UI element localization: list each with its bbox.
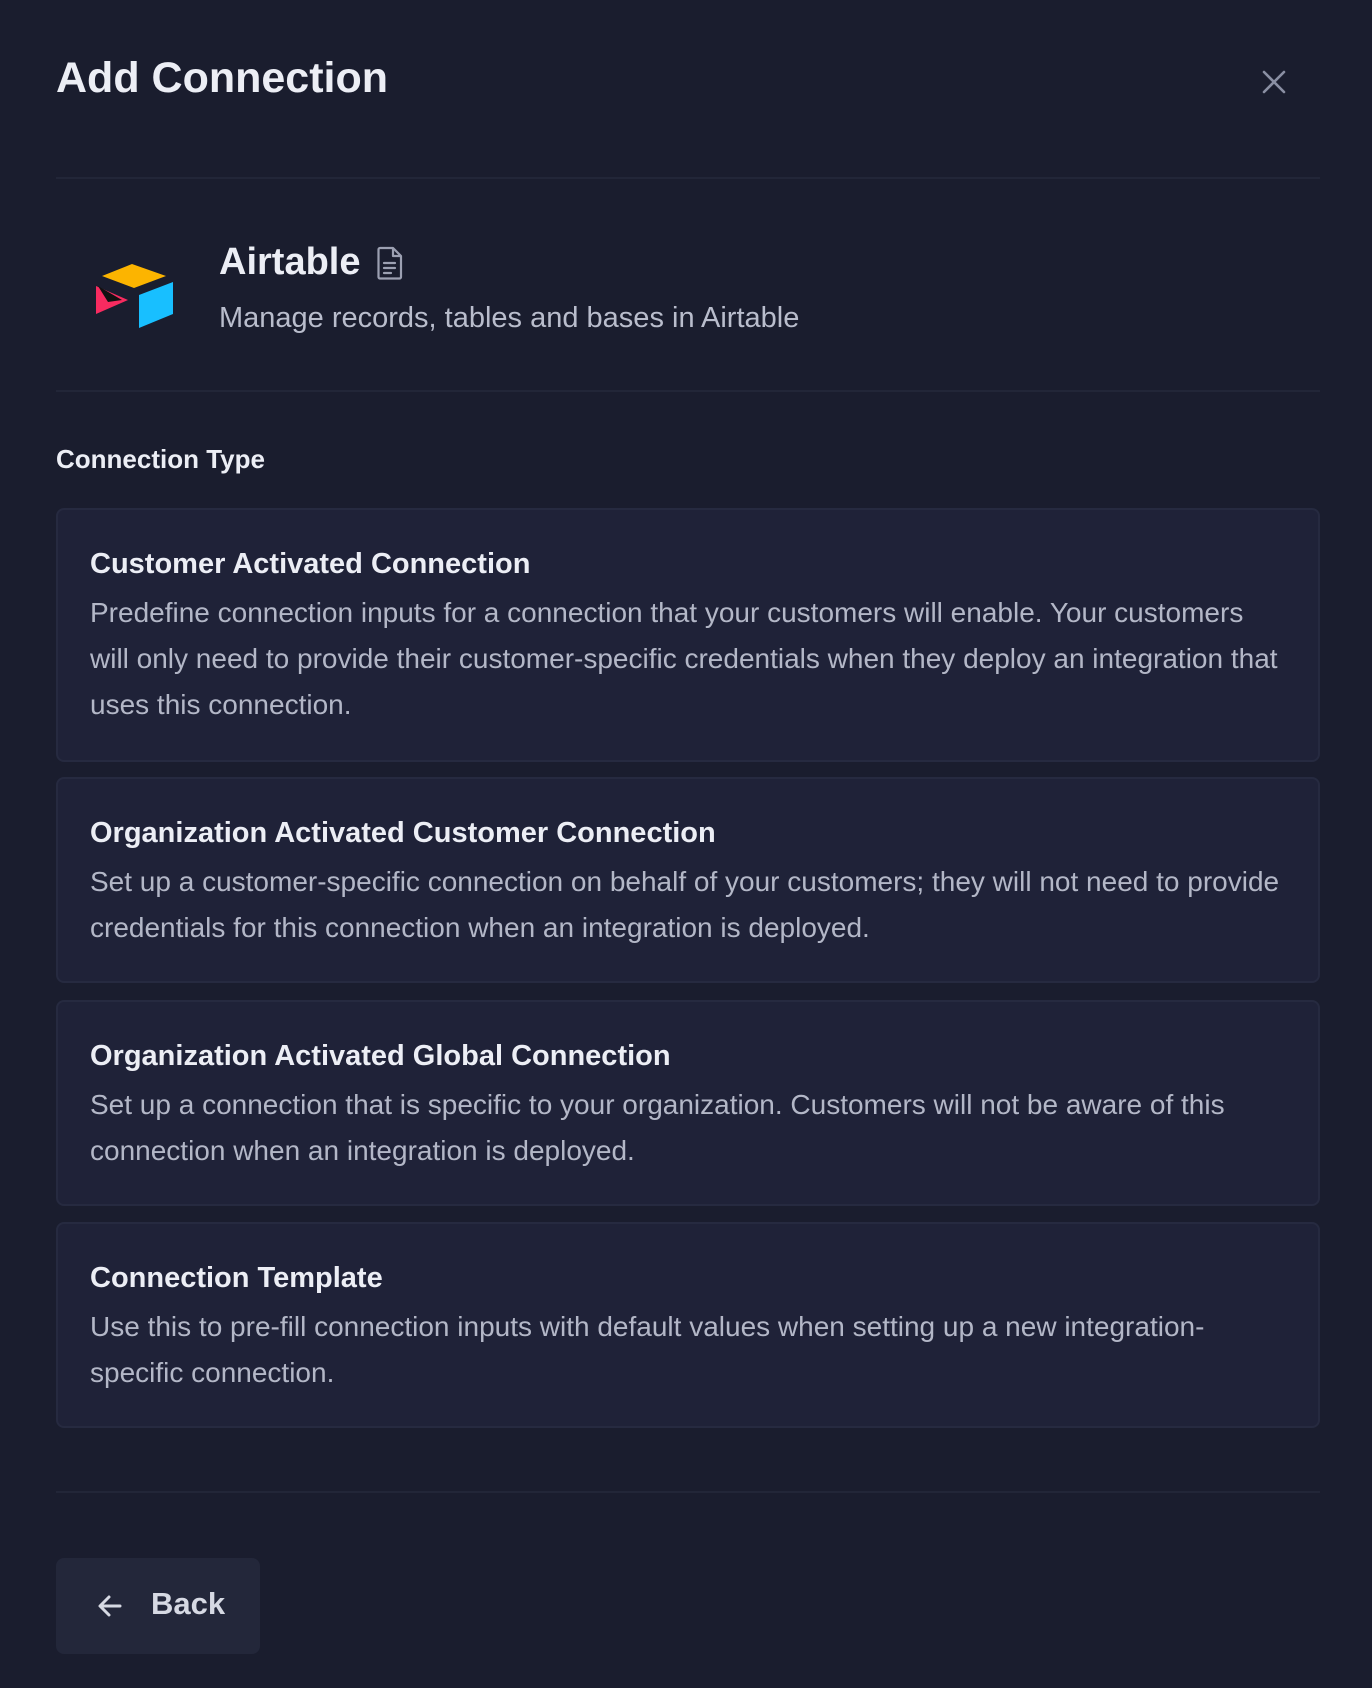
app-name-row: Airtable (219, 241, 406, 284)
option-title: Connection Template (90, 1262, 383, 1294)
header-divider (56, 177, 1320, 179)
option-connection-template[interactable]: Connection Template Use this to pre-fill… (56, 1222, 1320, 1428)
app-info: Airtable Manage records, tables and base… (56, 230, 1316, 360)
close-button[interactable] (1254, 62, 1294, 102)
option-title: Customer Activated Connection (90, 548, 531, 580)
footer-divider (56, 1491, 1320, 1493)
option-description: Set up a connection that is specific to … (90, 1089, 1225, 1166)
back-button[interactable]: Back (56, 1558, 260, 1654)
connection-type-label: Connection Type (56, 444, 265, 474)
option-title: Organization Activated Customer Connecti… (90, 817, 716, 849)
modal-title: Add Connection (56, 54, 389, 102)
app-divider (56, 390, 1320, 392)
close-icon (1262, 70, 1286, 94)
back-button-label: Back (151, 1586, 226, 1621)
app-description: Manage records, tables and bases in Airt… (219, 302, 800, 334)
option-org-activated-global[interactable]: Organization Activated Global Connection… (56, 1000, 1320, 1206)
option-description: Set up a customer-specific connection on… (90, 866, 1280, 943)
option-description: Predefine connection inputs for a connec… (90, 597, 1278, 720)
document-icon[interactable] (374, 245, 406, 281)
option-customer-activated[interactable]: Customer Activated Connection Predefine … (56, 508, 1320, 762)
option-description: Use this to pre-fill connection inputs w… (90, 1311, 1205, 1388)
option-org-activated-customer[interactable]: Organization Activated Customer Connecti… (56, 777, 1320, 983)
airtable-logo (96, 264, 173, 328)
arrow-left-icon (98, 1595, 122, 1617)
app-name: Airtable (219, 241, 361, 283)
modal-header: Add Connection (56, 48, 1316, 112)
option-title: Organization Activated Global Connection (90, 1040, 671, 1072)
add-connection-modal: Add Connection Airtable Manage records, … (0, 0, 1372, 1688)
